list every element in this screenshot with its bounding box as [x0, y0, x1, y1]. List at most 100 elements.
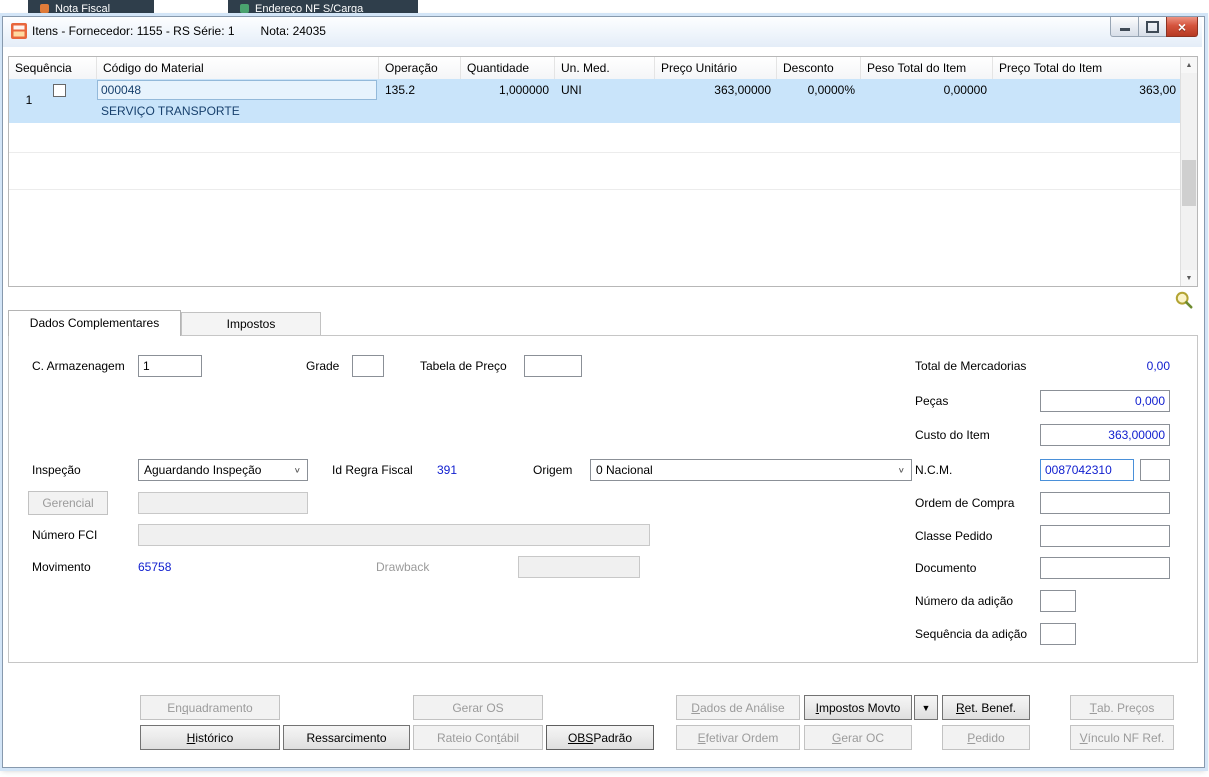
- ret-benef-button[interactable]: Ret. Benef.: [942, 695, 1030, 720]
- grade-input[interactable]: [352, 355, 384, 377]
- close-icon: ×: [1177, 18, 1187, 35]
- pedido-button: Pedido: [942, 725, 1030, 750]
- custo-do-item-input[interactable]: [1040, 424, 1170, 446]
- background-tab-nota-fiscal[interactable]: Nota Fiscal: [28, 0, 154, 17]
- cell-preco-total: 363,00: [1139, 83, 1176, 97]
- drawback-input: [518, 556, 640, 578]
- gerar-oc-button: Gerar OC: [804, 725, 912, 750]
- col-codigo[interactable]: Código do Material: [97, 57, 379, 79]
- nota-fiscal-tab-icon: [40, 4, 49, 13]
- gerencial-button: Gerencial: [28, 491, 108, 515]
- endereco-tab-icon: [240, 4, 249, 13]
- id-regra-fiscal-label: Id Regra Fiscal: [332, 463, 413, 477]
- numero-da-adicao-label: Número da adição: [915, 594, 1014, 608]
- row-separator: [9, 152, 1182, 153]
- total-de-mercadorias-label: Total de Mercadorias: [915, 359, 1027, 373]
- custo-do-item-label: Custo do Item: [915, 428, 990, 442]
- col-preco-unitario[interactable]: Preço Unitário: [655, 57, 777, 79]
- cell-operacao: 135.2: [385, 83, 416, 97]
- ordem-de-compra-input[interactable]: [1040, 492, 1170, 514]
- dropdown-arrow-icon: ▼: [921, 702, 931, 713]
- col-peso-total[interactable]: Peso Total do Item: [861, 57, 993, 79]
- chevron-down-icon: ∨: [897, 465, 905, 475]
- col-desconto[interactable]: Desconto: [777, 57, 861, 79]
- movimento-value: 65758: [138, 560, 172, 574]
- tab-precos-button: Tab. Preços: [1070, 695, 1174, 720]
- row-checkbox[interactable]: [53, 84, 66, 97]
- chevron-down-icon: ∨: [293, 465, 301, 475]
- total-de-mercadorias-value: 0,00: [1146, 359, 1170, 373]
- background-tab-endereco-carga[interactable]: Endereço NF S/Carga: [228, 0, 418, 17]
- enquadramento-button: En q uadramento: [140, 695, 280, 720]
- numero-fci-input: [138, 524, 650, 546]
- efetivar-ordem-button: Efetivar Ordem: [676, 725, 800, 750]
- col-quantidade[interactable]: Quantidade: [461, 57, 555, 79]
- ncm-input[interactable]: [1040, 459, 1134, 481]
- inspecao-dropdown[interactable]: Aguardando Inspeção ∨: [138, 459, 308, 481]
- close-button[interactable]: ×: [1166, 17, 1198, 37]
- ncm-ex-input[interactable]: [1140, 459, 1170, 481]
- gerencial-input: [138, 492, 308, 514]
- scrollbar-thumb[interactable]: [1182, 160, 1196, 206]
- tabela-de-preco-label: Tabela de Preço: [420, 359, 507, 373]
- numero-da-adicao-input[interactable]: [1040, 590, 1076, 612]
- scroll-down-icon: ▼: [1185, 274, 1193, 282]
- tab-dados-complementares[interactable]: Dados Complementares: [8, 310, 181, 336]
- inspecao-label: Inspeção: [32, 463, 81, 477]
- c-armazenagem-label: C. Armazenagem: [32, 359, 125, 373]
- maximize-icon: [1146, 20, 1159, 33]
- historico-button[interactable]: Histórico: [140, 725, 280, 750]
- background-tab-label: Nota Fiscal: [55, 2, 111, 15]
- sequencia-da-adicao-input[interactable]: [1040, 623, 1076, 645]
- row-separator: [9, 189, 1182, 190]
- cell-desconto: 0,0000%: [807, 83, 855, 97]
- vinculo-nf-ref-button: Vínculo NF Ref.: [1070, 725, 1174, 750]
- classe-pedido-label: Classe Pedido: [915, 529, 993, 543]
- cell-preco-unitario: 363,00000: [714, 83, 771, 97]
- numero-fci-label: Número FCI: [32, 528, 98, 542]
- cell-peso-total: 0,00000: [943, 83, 987, 97]
- rateio-contabil-button: Rateio Con t ábil: [413, 725, 543, 750]
- zoom-icon[interactable]: [1174, 290, 1194, 310]
- tabela-de-preco-input[interactable]: [524, 355, 582, 377]
- minimize-button[interactable]: [1110, 17, 1139, 37]
- grid-header: Sequência Código do Material Operação Qu…: [9, 57, 1182, 80]
- origem-dropdown[interactable]: 0 Nacional ∨: [590, 459, 912, 481]
- cell-codigo: 000048: [101, 83, 142, 97]
- impostos-movto-button[interactable]: Impostos Movto: [804, 695, 912, 720]
- ressarcimento-button[interactable]: Ressarcimento: [283, 725, 410, 750]
- dados-de-analise-button: Dados de Análise: [676, 695, 800, 720]
- scroll-down-button[interactable]: ▼: [1181, 270, 1197, 286]
- cell-quantidade: 1,000000: [498, 83, 549, 97]
- impostos-movto-dropdown-button[interactable]: ▼: [914, 695, 938, 720]
- background-tab-label: Endereço NF S/Carga: [255, 2, 364, 15]
- origem-label: Origem: [533, 463, 573, 477]
- gerar-os-button: Gerar OS: [413, 695, 543, 720]
- drawback-label: Drawback: [376, 560, 430, 574]
- col-un-med[interactable]: Un. Med.: [555, 57, 655, 79]
- scroll-up-button[interactable]: ▲: [1181, 57, 1197, 73]
- movimento-label: Movimento: [32, 560, 91, 574]
- col-preco-total[interactable]: Preço Total do Item: [993, 57, 1182, 79]
- pecas-input[interactable]: [1040, 390, 1170, 412]
- cell-descricao: SERVIÇO TRANSPORTE: [101, 104, 240, 118]
- cell-un-med: UNI: [561, 83, 582, 97]
- col-operacao[interactable]: Operação: [379, 57, 461, 79]
- obs-padrao-button[interactable]: OBS Padrão: [546, 725, 654, 750]
- classe-pedido-input[interactable]: [1040, 525, 1170, 547]
- ordem-de-compra-label: Ordem de Compra: [915, 496, 1015, 510]
- minimize-icon: [1119, 28, 1130, 31]
- maximize-button[interactable]: [1138, 17, 1167, 37]
- scroll-up-icon: ▲: [1185, 61, 1193, 69]
- grade-label: Grade: [306, 359, 340, 373]
- window-title: Itens - Fornecedor: 1155 - RS Série: 1 No…: [32, 24, 326, 38]
- documento-input[interactable]: [1040, 557, 1170, 579]
- items-grid: Sequência Código do Material Operação Qu…: [8, 56, 1198, 287]
- pecas-label: Peças: [915, 394, 949, 408]
- tab-impostos[interactable]: Impostos: [181, 312, 321, 335]
- col-sequencia[interactable]: Sequência: [9, 57, 97, 79]
- table-row[interactable]: 1 000048 SERVIÇO TRANSPORTE 135.2 1,0000…: [9, 79, 1182, 123]
- vertical-scrollbar[interactable]: ▲ ▼: [1180, 57, 1197, 286]
- c-armazenagem-input[interactable]: [138, 355, 202, 377]
- sequencia-da-adicao-label: Sequência da adição: [915, 627, 1028, 641]
